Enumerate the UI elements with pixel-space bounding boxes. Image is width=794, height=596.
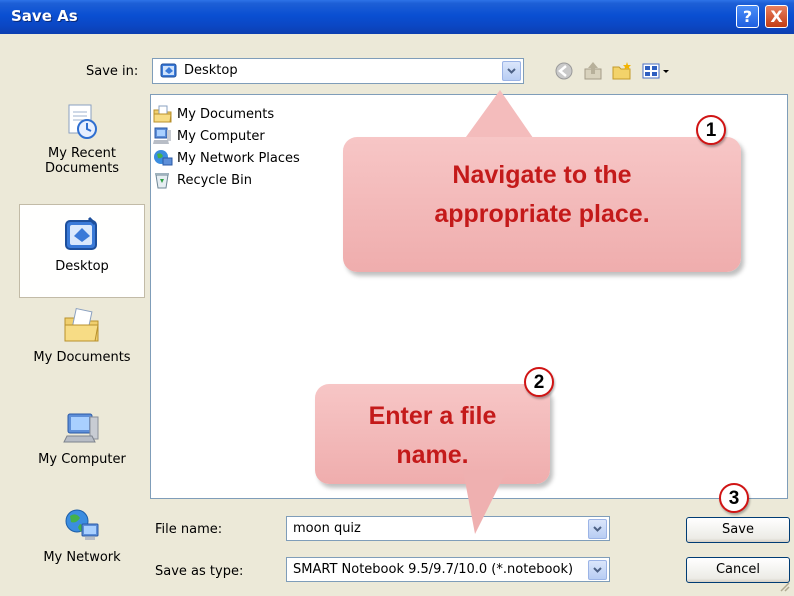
- my-documents-icon: [153, 105, 172, 123]
- desktop-icon: [65, 216, 97, 250]
- save-in-dropdown[interactable]: Desktop: [152, 58, 524, 84]
- place-desktop[interactable]: Desktop: [19, 204, 145, 298]
- chevron-down-icon: [593, 567, 602, 573]
- my-network-icon: [65, 509, 99, 540]
- file-name-label: File name:: [155, 522, 223, 537]
- up-folder-icon[interactable]: [582, 60, 604, 82]
- save-as-type-value: SMART Notebook 9.5/9.7/10.0 (*.notebook): [293, 562, 574, 577]
- callout-2-line-2: name.: [396, 441, 469, 469]
- step-1-badge: 1: [696, 115, 726, 145]
- save-button[interactable]: Save: [686, 517, 790, 543]
- title-bar[interactable]: Save As ? X: [0, 0, 794, 34]
- place-label: My Recent Documents: [44, 146, 120, 176]
- chevron-down-icon: [507, 68, 516, 74]
- step-3-badge: 3: [719, 483, 749, 513]
- places-bar: My Recent Documents Desktop My Documents: [6, 94, 145, 588]
- recent-documents-icon: [68, 104, 97, 139]
- cancel-button[interactable]: Cancel: [686, 557, 790, 583]
- save-as-type-dropdown[interactable]: SMART Notebook 9.5/9.7/10.0 (*.notebook): [286, 557, 610, 582]
- place-label: My Documents: [33, 350, 131, 365]
- file-name-field[interactable]: moon quiz: [286, 516, 610, 541]
- place-my-documents[interactable]: My Documents: [19, 306, 145, 394]
- save-in-dropdown-arrow[interactable]: [502, 61, 521, 81]
- step-2-badge: 2: [524, 367, 554, 397]
- save-as-dialog: Save As ? X Save in: Desktop My Recent D…: [0, 0, 794, 596]
- file-name-value: moon quiz: [293, 521, 361, 536]
- save-in-label: Save in:: [86, 64, 139, 79]
- place-my-network[interactable]: My Network: [19, 506, 145, 588]
- save-as-type-dropdown-arrow[interactable]: [588, 560, 607, 580]
- save-as-type-label: Save as type:: [155, 564, 244, 579]
- my-computer-icon: [63, 413, 99, 443]
- place-my-recent-documents[interactable]: My Recent Documents: [19, 102, 145, 200]
- callout-2-line-1: Enter a file: [368, 402, 497, 430]
- file-label: My Documents: [177, 107, 275, 122]
- file-label: My Network Places: [177, 151, 300, 166]
- recycle-bin-icon: [155, 173, 169, 189]
- place-label: My Computer: [38, 452, 126, 467]
- views-menu-icon[interactable]: [641, 60, 675, 82]
- file-name-dropdown-arrow[interactable]: [588, 519, 607, 539]
- file-label: Recycle Bin: [177, 173, 252, 188]
- chevron-down-icon: [593, 526, 602, 532]
- new-folder-icon[interactable]: [611, 60, 633, 82]
- my-documents-icon: [64, 307, 99, 342]
- place-label: My Network: [43, 550, 121, 565]
- my-computer-icon: [153, 127, 171, 144]
- callout-1-line-1: Navigate to the: [452, 161, 632, 189]
- place-label: Desktop: [55, 259, 109, 274]
- place-my-computer[interactable]: My Computer: [19, 408, 145, 494]
- help-button[interactable]: ?: [736, 5, 759, 28]
- back-icon[interactable]: [553, 60, 575, 82]
- callout-1-line-2: appropriate place.: [434, 200, 650, 228]
- callout-pointer: [463, 470, 507, 534]
- save-in-value: Desktop: [184, 63, 238, 78]
- close-button[interactable]: X: [765, 5, 788, 28]
- network-places-icon: [154, 150, 173, 166]
- resize-grip-icon[interactable]: [778, 580, 790, 592]
- desktop-icon: [160, 63, 177, 78]
- window-title: Save As: [11, 7, 78, 25]
- file-label: My Computer: [177, 129, 265, 144]
